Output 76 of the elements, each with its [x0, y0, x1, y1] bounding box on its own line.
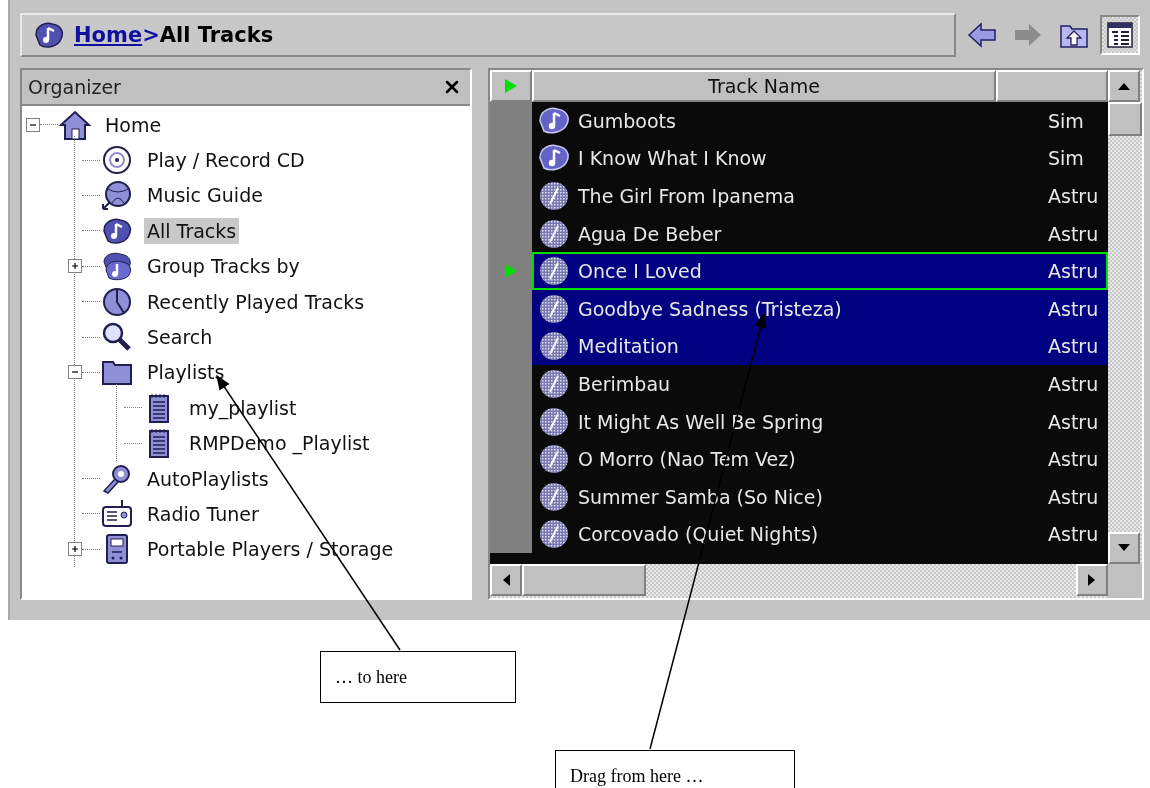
artist-cell-text: Astru	[1048, 335, 1100, 358]
play-column-header[interactable]	[490, 70, 532, 102]
house-icon	[58, 108, 92, 141]
tree-item[interactable]: All Tracks	[144, 217, 240, 244]
tree-item[interactable]: Music Guide	[144, 182, 266, 209]
artist-cell-text: Astru	[1048, 185, 1100, 207]
clock-icon	[100, 285, 134, 318]
play-icon	[504, 78, 518, 94]
track-title: Goodbye Sadness (Tristeza)	[578, 297, 842, 320]
scroll-down-button[interactable]	[1108, 532, 1140, 564]
right-triangle-icon	[1088, 574, 1096, 586]
artist-cell-text: Astru	[1048, 297, 1100, 320]
artist-cell-text: Astru	[1048, 222, 1100, 245]
track-row[interactable]: Meditation Astru	[532, 327, 1108, 366]
up-triangle-icon	[1118, 82, 1130, 90]
track-title: Berimbau	[578, 372, 671, 395]
details-view-icon	[1106, 21, 1134, 49]
play-icon	[504, 263, 518, 280]
expander-toggle[interactable]	[68, 542, 82, 557]
scroll-up-button[interactable]	[1108, 70, 1140, 102]
tree-item[interactable]: Radio Tuner	[144, 501, 262, 527]
column-header[interactable]: Track Name	[532, 70, 996, 102]
expander-toggle[interactable]	[68, 365, 82, 380]
tree-item[interactable]: Play / Record CD	[144, 147, 308, 174]
tree-item[interactable]: AutoPlaylists	[144, 465, 272, 492]
tree-item[interactable]: Home	[102, 111, 165, 138]
globe-icon	[100, 179, 134, 212]
home-link[interactable]: Home	[74, 23, 143, 47]
tree-item[interactable]: Recently Played Tracks	[144, 288, 368, 315]
artist-cell-text: Astru	[1048, 260, 1100, 283]
artist-cell-text: Sim	[1048, 109, 1085, 132]
track-title: Gumboots	[578, 109, 676, 132]
scroll-right-button[interactable]	[1076, 564, 1108, 596]
stacked-notes-icon	[100, 250, 134, 283]
callout-note: Drag from here …	[555, 750, 795, 788]
row-header[interactable]	[490, 515, 532, 554]
scroll-left-button[interactable]	[490, 564, 522, 596]
left-arrow-icon	[967, 22, 997, 48]
artist-cell-text: Astru	[1048, 485, 1100, 508]
scrollbar-corner	[1108, 564, 1142, 598]
artist-cell-text: Sim	[1048, 147, 1085, 170]
track-row[interactable]: Goodbye Sadness (Tristeza) Astru	[532, 289, 1108, 328]
scroll-thumb[interactable]	[522, 564, 646, 596]
horizontal-scrollbar[interactable]	[490, 564, 1108, 598]
column-header[interactable]	[996, 70, 1108, 102]
view-button[interactable]	[1100, 15, 1140, 55]
expander-toggle[interactable]	[26, 117, 40, 132]
track-row[interactable]: Once I Loved Astru	[532, 252, 1108, 290]
callout-note: … to here	[320, 651, 516, 703]
track-title: Agua De Beber	[578, 222, 722, 245]
radio-icon	[100, 498, 134, 530]
track-title: Once I Loved	[578, 260, 702, 283]
track-title: The Girl From Ipanema	[578, 185, 795, 207]
artist-cell-text: Astru	[1048, 372, 1100, 395]
disc-icon	[100, 144, 134, 177]
artist-cell-text: Astru	[1048, 448, 1100, 471]
right-arrow-icon	[1013, 22, 1043, 48]
track-title: Meditation	[578, 335, 679, 358]
path-separator: >	[142, 23, 160, 47]
track-title: Corcovado (Quiet Nights)	[578, 523, 819, 546]
scroll-thumb[interactable]	[1108, 102, 1142, 136]
track-title: Summer Samba (So Nice)	[578, 485, 823, 508]
left-triangle-icon	[502, 574, 510, 586]
tree-item[interactable]: Playlists	[144, 359, 228, 386]
tree-item[interactable]: Group Tracks by	[144, 253, 303, 280]
expander-toggle[interactable]	[68, 259, 82, 274]
artist-cell-text: Astru	[1048, 523, 1100, 546]
vertical-scrollbar[interactable]	[1108, 70, 1142, 564]
track-title: O Morro (Nao Tem Vez)	[578, 448, 796, 471]
track-title: I Know What I Know	[578, 147, 767, 170]
panel-title: Organizer	[28, 76, 121, 98]
down-triangle-icon	[1118, 544, 1130, 552]
artist-cell-text: Astru	[1048, 410, 1100, 433]
track-title: It Might As Well Be Spring	[578, 410, 824, 433]
current-location: All Tracks	[159, 23, 274, 47]
tree-item[interactable]: Search	[144, 324, 216, 351]
